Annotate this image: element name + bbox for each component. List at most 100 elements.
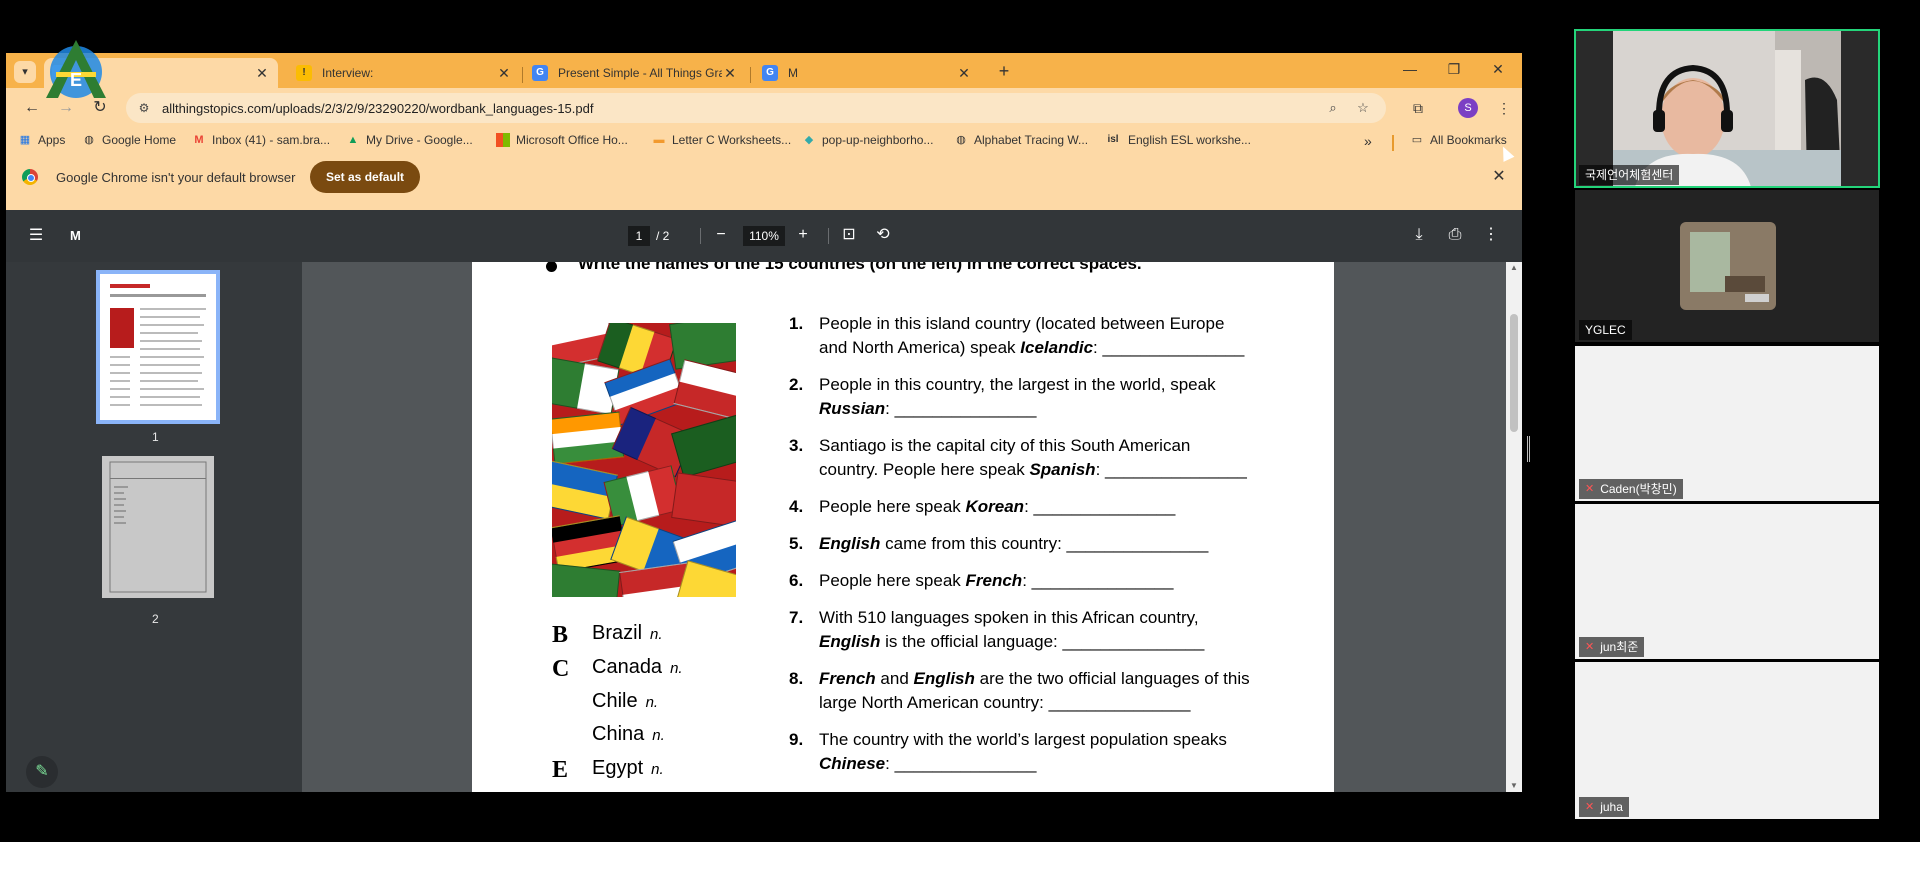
annotate-pen-icon[interactable]: ✎ (26, 756, 58, 788)
flag-shape (671, 472, 736, 528)
part-of-speech: n. (651, 761, 664, 778)
close-window-button[interactable]: ✕ (1478, 57, 1518, 81)
tag-icon: ◆ (804, 134, 814, 146)
chrome-icon (22, 169, 38, 185)
site-info-icon[interactable]: ⚙ (136, 100, 152, 116)
language-keyword: Icelandic (1020, 338, 1094, 357)
scroll-up-icon[interactable]: ▲ (1506, 262, 1522, 274)
bookmark-esl[interactable]: isl English ESL workshe... (1104, 133, 1251, 147)
restore-button[interactable]: ❐ (1434, 57, 1474, 81)
question-line: People in this island country (located b… (819, 314, 1225, 333)
question-number: 1. (789, 314, 804, 333)
extensions-icon[interactable]: ⧉ (1406, 96, 1430, 120)
page-number-input[interactable]: 1 (628, 226, 650, 246)
question-line: The country with the world’s largest pop… (819, 730, 1227, 749)
language-keyword: Spanish (1029, 460, 1096, 479)
tab-3[interactable]: G M ✕ (754, 58, 980, 88)
minimize-button[interactable]: — (1390, 57, 1430, 81)
close-icon[interactable]: ✕ (722, 65, 738, 82)
participant-name-tag: 국제언어체험센터 (1579, 165, 1680, 185)
isl-icon: isl (1107, 134, 1119, 145)
worksheet-instruction: Write the names of the 15 countries (on … (578, 262, 1142, 273)
gmail-icon: M (194, 134, 204, 146)
question-line: English came from this country: ________… (819, 532, 1279, 556)
bookmarks-overflow-button[interactable]: » (1364, 133, 1372, 149)
panel-resize-handle[interactable] (1527, 436, 1530, 462)
bookmark-label: Alphabet Tracing W... (974, 133, 1089, 147)
zoom-input[interactable]: 110% (743, 226, 785, 246)
close-icon[interactable]: ✕ (254, 65, 270, 82)
pdf-toolbar: ☰ M 1 / 2 − 110% + ⊡ ⟲ ⤓ ⎙ ⋮ (6, 210, 1522, 262)
zoom-in-icon[interactable]: + (792, 224, 814, 246)
participant-video-2[interactable]: ✕ Caden(박창민) (1575, 346, 1879, 501)
bookmark-label: English ESL workshe... (1128, 133, 1251, 147)
participant-video-1[interactable]: YGLEC (1575, 190, 1879, 342)
question-text: French and English are the two official … (819, 667, 1279, 715)
thumbnail-number: 1 (152, 430, 159, 444)
bookmark-my-drive[interactable]: ▲ My Drive - Google... (346, 133, 473, 147)
page-thumbnail-1[interactable] (96, 270, 220, 424)
download-icon[interactable]: ⤓ (1408, 224, 1430, 246)
answer-blank: is the official language: ______________… (880, 632, 1205, 651)
zoom-out-icon[interactable]: − (710, 224, 732, 246)
language-keyword: Chinese (819, 754, 886, 773)
profile-avatar[interactable]: S (1458, 98, 1478, 118)
tab-search-button[interactable]: ▾ (14, 61, 36, 83)
bookmark-office[interactable]: Microsoft Office Ho... (496, 133, 628, 147)
text-run: People here speak (819, 571, 966, 590)
hamburger-menu-icon[interactable]: ☰ (26, 226, 46, 246)
language-keyword: English (819, 534, 881, 553)
bookmark-letter-c[interactable]: ▬ Letter C Worksheets... (652, 133, 792, 147)
word-bank-letter: E (552, 757, 569, 783)
participant-video-4[interactable]: ✕ juha (1575, 662, 1879, 819)
thumbnail-number: 2 (152, 612, 159, 626)
participant-name: YGLEC (1585, 323, 1626, 337)
print-icon[interactable]: ⎙ (1444, 224, 1466, 246)
all-bookmarks-button[interactable]: ▭ All Bookmarks (1410, 133, 1507, 147)
zoom-icon[interactable]: ⌕ (1324, 99, 1342, 117)
question-line: People here speak French: ______________… (819, 569, 1279, 593)
address-bar[interactable]: ⚙ allthingstopics.com/uploads/2/3/2/9/23… (126, 93, 1386, 123)
browser-toolbar: ← → ↻ ⚙ allthingstopics.com/uploads/2/3/… (6, 88, 1522, 128)
question-text: Santiago is the capital city of this Sou… (819, 434, 1279, 482)
question-line: People in this country, the largest in t… (819, 375, 1216, 394)
close-icon[interactable]: ✕ (1488, 166, 1510, 188)
set-as-default-button[interactable]: Set as default (310, 161, 421, 193)
pdf-scrollbar[interactable]: ▲ ▼ (1506, 262, 1522, 792)
close-icon[interactable]: ✕ (496, 65, 512, 82)
answer-blank: : _______________ (885, 754, 1037, 773)
close-icon[interactable]: ✕ (956, 65, 972, 82)
question-line: Russian: _______________ (819, 397, 1279, 421)
scrollbar-thumb[interactable] (1510, 314, 1518, 432)
page-thumbnail-2[interactable] (102, 456, 214, 598)
fit-page-icon[interactable]: ⊡ (838, 224, 860, 246)
question-line: Santiago is the capital city of this Sou… (819, 436, 1191, 455)
scroll-down-icon[interactable]: ▼ (1506, 780, 1522, 792)
pdf-document-area[interactable]: Write the names of the 15 countries (on … (302, 262, 1522, 792)
tab-1[interactable]: ! Interview: ✕ (288, 58, 520, 88)
new-tab-button[interactable]: + (992, 59, 1016, 83)
participant-video-0[interactable]: 국제언어체험센터 (1574, 29, 1880, 188)
bookmark-alphabet[interactable]: ◍ Alphabet Tracing W... (954, 133, 1088, 147)
question-number: 6. (789, 571, 804, 590)
i-icon: ! (296, 65, 312, 81)
star-icon[interactable]: ☆ (1354, 99, 1372, 117)
bookmark-pop-up[interactable]: ◆ pop-up-neighborho... (802, 133, 934, 147)
question-line: People here speak Korean: ______________… (819, 495, 1279, 519)
participant-name: jun최준 (1600, 640, 1639, 654)
rotate-icon[interactable]: ⟲ (872, 224, 894, 246)
bookmark-apps[interactable]: ▦ Apps (18, 133, 66, 147)
kebab-menu-icon[interactable]: ⋮ (1492, 96, 1516, 120)
question-number: 5. (789, 534, 804, 553)
answer-blank: : _______________ (1095, 460, 1247, 479)
pdf-more-icon[interactable]: ⋮ (1480, 224, 1502, 246)
bookmark-google-home[interactable]: ◍ Google Home (82, 133, 176, 147)
toolbar-divider (828, 228, 829, 244)
participant-name: Caden(박창민) (1600, 482, 1677, 496)
tab-2[interactable]: G Present Simple - All Things Gra ✕ (524, 58, 746, 88)
pdf-page: Write the names of the 15 countries (on … (472, 262, 1334, 792)
bookmark-label: Microsoft Office Ho... (516, 133, 628, 147)
bookmark-inbox[interactable]: M Inbox (41) - sam.bra... (192, 133, 330, 147)
question-text: People in this island country (located b… (819, 312, 1279, 360)
participant-video-3[interactable]: ✕ jun최준 (1575, 504, 1879, 659)
